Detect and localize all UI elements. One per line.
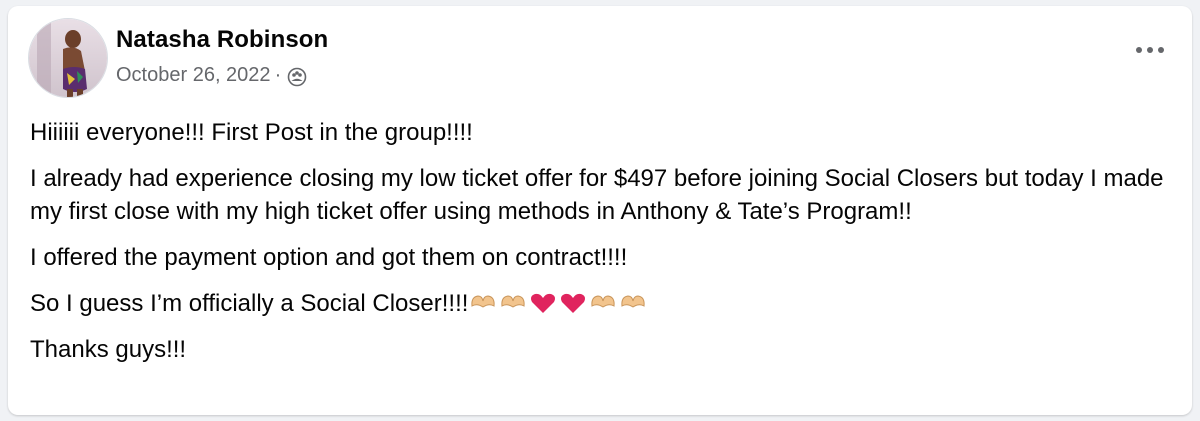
red-heart-emoji (559, 291, 587, 315)
red-heart-emoji (529, 291, 557, 315)
post-paragraph: I offered the payment option and got the… (30, 244, 628, 271)
post-card: Natasha Robinson October 26, 2022 · Hiii… (8, 6, 1192, 415)
post-paragraph: Thanks guys!!! (30, 336, 187, 363)
post-paragraph-text: So I guess I’m officially a Social Close… (30, 290, 469, 317)
more-horizontal-icon (1136, 47, 1164, 53)
heart-hands-emoji (469, 291, 497, 315)
post-paragraph: I already had experience closing my low … (30, 165, 1164, 225)
heart-hands-emoji (589, 291, 617, 315)
group-members-icon (287, 67, 307, 87)
post-meta: October 26, 2022 · (116, 63, 307, 87)
emoji-row (469, 291, 649, 315)
heart-hands-emoji (499, 291, 527, 315)
post-body: Hiiiiii everyone!!! First Post in the gr… (30, 116, 1180, 379)
avatar-image (29, 19, 107, 97)
meta-separator: · (274, 63, 282, 86)
post-date[interactable]: October 26, 2022 (116, 64, 271, 87)
heart-hands-emoji (619, 291, 647, 315)
post-paragraph-with-emojis: So I guess I’m officially a Social Close… (30, 287, 1180, 320)
post-paragraph: Hiiiiii everyone!!! First Post in the gr… (30, 119, 473, 146)
author-name[interactable]: Natasha Robinson (116, 26, 328, 54)
more-options-button[interactable] (1132, 40, 1168, 60)
avatar[interactable] (28, 18, 108, 98)
